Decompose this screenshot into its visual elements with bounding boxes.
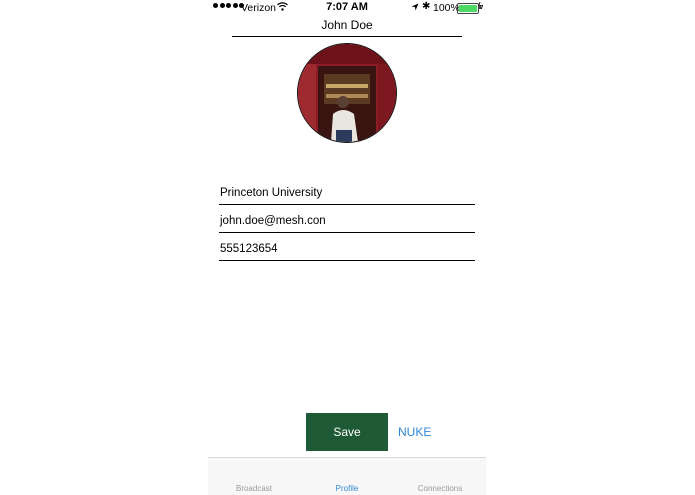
battery-icon	[457, 3, 481, 14]
tab-bar: Broadcast Profile Connections	[208, 457, 486, 495]
profile-name[interactable]: John Doe	[232, 18, 462, 37]
battery-percent: 100%	[433, 2, 460, 14]
status-bar: Verizon 7:07 AM ✱ 100% ϟ	[208, 0, 486, 16]
location-arrow-icon	[411, 2, 419, 14]
avatar[interactable]	[297, 43, 397, 143]
bluetooth-icon: ✱	[422, 1, 431, 12]
phone-field[interactable]: 555123654	[219, 238, 475, 261]
nuke-button[interactable]: NUKE	[398, 413, 431, 451]
save-button[interactable]: Save	[306, 413, 388, 451]
school-field[interactable]: Princeton University	[219, 182, 475, 205]
tab-profile[interactable]: Profile	[307, 484, 387, 493]
charging-icon: ϟ	[478, 1, 484, 12]
tab-broadcast[interactable]: Broadcast	[214, 484, 294, 493]
email-field[interactable]: john.doe@mesh.con	[219, 210, 475, 233]
tab-connections[interactable]: Connections	[400, 484, 480, 493]
